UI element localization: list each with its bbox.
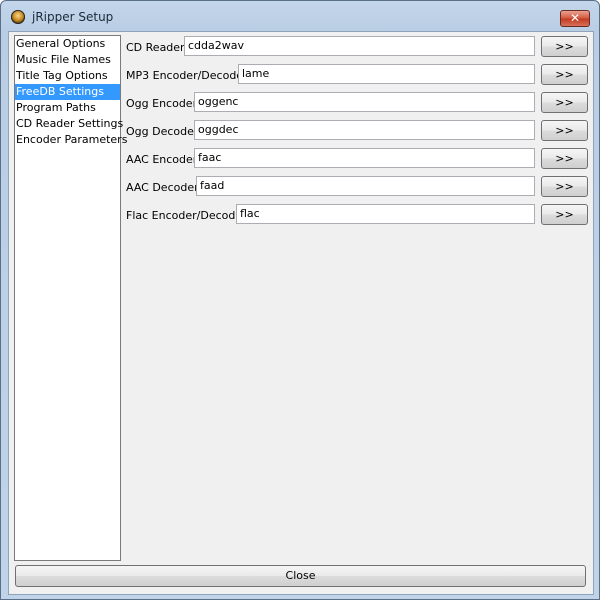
form-row-cd-reader: CD Reader >> [9, 36, 593, 60]
aac-decoder-label: AAC Decoder [126, 181, 199, 194]
cd-reader-browse-button[interactable]: >> [541, 36, 588, 57]
form-row-ogg-decoder: Ogg Decoder >> [9, 120, 593, 144]
window-close-button[interactable]: ✕ [560, 10, 590, 27]
form-row-ogg-encoder: Ogg Encoder >> [9, 92, 593, 116]
mp3-encoder-decoder-input[interactable] [238, 64, 535, 84]
form-row-aac-encoder: AAC Encoder >> [9, 148, 593, 172]
mp3-encoder-decoder-label: MP3 Encoder/Decoder [126, 69, 248, 82]
aac-decoder-input[interactable] [196, 176, 535, 196]
ogg-decoder-input[interactable] [194, 120, 535, 140]
ogg-decoder-label: Ogg Decoder [126, 125, 199, 138]
title-bar: jRipper Setup ✕ [1, 1, 599, 31]
flac-encoder-decoder-browse-button[interactable]: >> [541, 204, 588, 225]
aac-encoder-browse-button[interactable]: >> [541, 148, 588, 169]
close-button[interactable]: Close [15, 565, 586, 587]
aac-encoder-label: AAC Encoder [126, 153, 198, 166]
aac-encoder-input[interactable] [194, 148, 535, 168]
ogg-decoder-browse-button[interactable]: >> [541, 120, 588, 141]
app-icon [11, 10, 25, 24]
ogg-encoder-browse-button[interactable]: >> [541, 92, 588, 113]
flac-encoder-decoder-label: Flac Encoder/Decoder [126, 209, 247, 222]
form-row-aac-decoder: AAC Decoder >> [9, 176, 593, 200]
dialog-body: General Options Music File Names Title T… [8, 31, 594, 595]
window-title: jRipper Setup [32, 10, 114, 24]
form-row-flac-encoder-decoder: Flac Encoder/Decoder >> [9, 204, 593, 228]
mp3-encoder-decoder-browse-button[interactable]: >> [541, 64, 588, 85]
aac-decoder-browse-button[interactable]: >> [541, 176, 588, 197]
setup-window: jRipper Setup ✕ General Options Music Fi… [0, 0, 600, 600]
form-row-mp3-encoder-decoder: MP3 Encoder/Decoder >> [9, 64, 593, 88]
cd-reader-input[interactable] [184, 36, 535, 56]
cd-reader-label: CD Reader [126, 41, 185, 54]
ogg-encoder-input[interactable] [194, 92, 535, 112]
flac-encoder-decoder-input[interactable] [236, 204, 535, 224]
ogg-encoder-label: Ogg Encoder [126, 97, 198, 110]
